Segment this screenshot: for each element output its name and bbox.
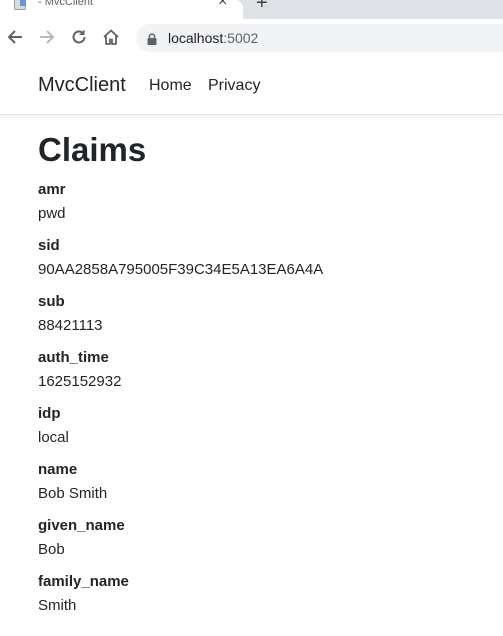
reload-icon[interactable]	[69, 27, 89, 47]
arrow-left-icon[interactable]	[5, 27, 25, 47]
claim-type: auth_time	[38, 349, 109, 366]
claim-value: Smith	[38, 597, 77, 614]
url-text: localhost:5002	[168, 30, 258, 46]
page-favicon-icon	[14, 0, 26, 10]
claim-value: local	[38, 429, 69, 446]
claim-item: amr pwd	[38, 178, 323, 234]
lock-icon[interactable]	[147, 32, 157, 50]
claim-item: name Bob Smith	[38, 458, 323, 514]
claim-value: 88421113	[38, 317, 103, 334]
claim-type: name	[38, 461, 78, 478]
brand-link[interactable]: MvcClient	[38, 74, 126, 97]
site-navbar: MvcClient Home Privacy	[0, 57, 503, 115]
claims-list: amr pwd sid 90AA2858A795005F39C34E5A13EA…	[38, 178, 323, 626]
url-port: :5002	[223, 30, 259, 46]
claim-type: idp	[38, 405, 61, 422]
claim-item: idp local	[38, 402, 323, 458]
claim-item: family_name Smith	[38, 570, 323, 626]
claim-type: amr	[38, 181, 66, 198]
browser-toolbar: localhost:5002	[0, 19, 503, 58]
tab-strip: - MvcClient × +	[0, 0, 503, 19]
page-title: Claims	[38, 131, 147, 168]
claim-type: family_name	[38, 573, 129, 590]
claim-item: sub 88421113	[38, 290, 323, 346]
arrow-right-icon[interactable]	[37, 27, 57, 47]
claim-value: pwd	[38, 205, 66, 222]
claim-value: Bob Smith	[38, 485, 108, 502]
claim-value: 1625152932	[38, 373, 122, 390]
tab-title: - MvcClient	[38, 0, 94, 8]
url-host: localhost	[168, 30, 224, 46]
claim-value: Bob	[38, 541, 65, 558]
plus-icon[interactable]: +	[256, 0, 268, 13]
nav-link-home[interactable]: Home	[149, 77, 192, 95]
claim-type: sub	[38, 293, 65, 310]
home-icon[interactable]	[101, 27, 121, 47]
browser-tab[interactable]: - MvcClient ×	[0, 0, 243, 19]
nav-link-privacy[interactable]: Privacy	[208, 77, 260, 95]
claim-item: auth_time 1625152932	[38, 346, 323, 402]
close-icon[interactable]: ×	[218, 0, 227, 10]
claim-type: sid	[38, 237, 60, 254]
address-bar[interactable]: localhost:5002	[136, 24, 503, 52]
claim-item: sid 90AA2858A795005F39C34E5A13EA6A4A	[38, 234, 323, 290]
claim-type: given_name	[38, 517, 125, 534]
claim-item: given_name Bob	[38, 514, 323, 570]
claim-value: 90AA2858A795005F39C34E5A13EA6A4A	[38, 261, 324, 278]
